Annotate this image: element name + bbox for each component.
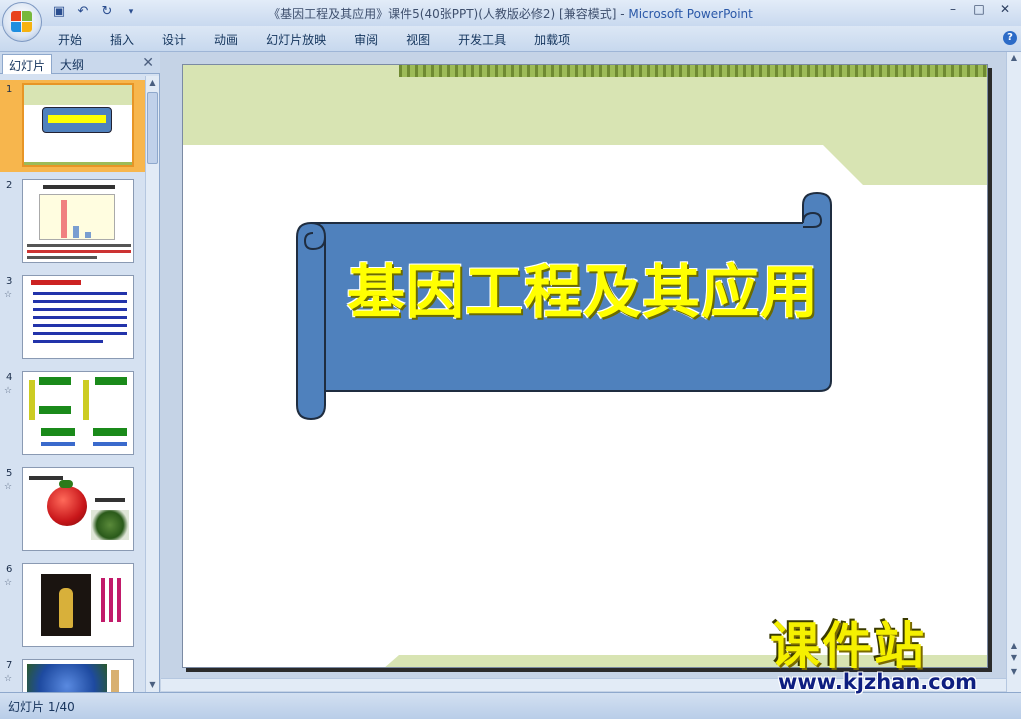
watermark-url: www.kjzhan.com — [778, 670, 978, 694]
panel-scrollbar[interactable]: ▲ ▼ — [145, 76, 159, 692]
thumbnail-list: 1 2 3 ☆ 4 ☆ 5 ☆ 6 ☆ 7 ☆ — [0, 76, 145, 692]
thumbnail-image — [22, 467, 134, 551]
tab-addins[interactable]: 加载项 — [534, 31, 570, 48]
document-title: 《基因工程及其应用》课件5(40张PPT)(人教版必修2) [兼容模式] - — [268, 7, 629, 21]
thumbnail-image — [22, 659, 134, 692]
top-border-stripes — [399, 65, 987, 77]
tab-slideshow[interactable]: 幻灯片放映 — [266, 31, 326, 48]
animation-star-icon: ☆ — [4, 290, 13, 300]
animation-star-icon: ☆ — [4, 578, 13, 588]
tab-design[interactable]: 设计 — [162, 31, 186, 48]
thumbnail-image — [22, 563, 134, 647]
scroll-down-icon[interactable]: ▼ — [146, 678, 159, 692]
slide-editor: 基因工程及其应用 ▲ ▲ ▼ ▼ — [161, 52, 1021, 692]
slide-number: 6 — [6, 564, 13, 575]
slide-number: 7 — [6, 660, 13, 671]
window-controls: – □ ✕ — [941, 2, 1017, 18]
animation-star-icon: ☆ — [4, 674, 13, 684]
panel-tabs: 幻灯片 大纲 ✕ — [0, 52, 160, 74]
slide-thumbnail[interactable]: 1 — [0, 80, 145, 172]
slide-number: 2 — [6, 180, 13, 191]
office-logo-icon — [11, 11, 33, 33]
panel-close-icon[interactable]: ✕ — [142, 55, 154, 71]
maximize-button[interactable]: □ — [967, 2, 991, 18]
current-slide[interactable]: 基因工程及其应用 — [182, 64, 988, 668]
thumbnail-image — [22, 275, 134, 359]
slide-thumbnail[interactable]: 5 ☆ — [0, 464, 145, 556]
close-button[interactable]: ✕ — [993, 2, 1017, 18]
slides-panel: 幻灯片 大纲 ✕ 1 2 3 ☆ 4 ☆ 5 ☆ 6 ☆ 7 ☆ ▲ ▼ — [0, 52, 160, 692]
slide-thumbnail[interactable]: 7 ☆ — [0, 656, 145, 692]
app-name: Microsoft PowerPoint — [628, 7, 753, 21]
slide-background — [183, 65, 987, 667]
slide-number: 4 — [6, 372, 13, 383]
thumbnail-image — [22, 83, 134, 167]
scroll-up-icon[interactable]: ▲ — [146, 76, 159, 90]
animation-star-icon: ☆ — [4, 386, 13, 396]
slide-counter: 幻灯片 1/40 — [8, 700, 75, 714]
minimize-button[interactable]: – — [941, 2, 965, 18]
slide-number: 1 — [6, 84, 13, 95]
title-bar: ▣ ↶ ↻ ▾ 《基因工程及其应用》课件5(40张PPT)(人教版必修2) [兼… — [0, 0, 1021, 42]
thumbnail-image — [22, 179, 134, 263]
slide-thumbnail[interactable]: 3 ☆ — [0, 272, 145, 364]
office-button[interactable] — [2, 2, 42, 42]
help-icon[interactable]: ? — [1003, 31, 1017, 45]
tab-view[interactable]: 视图 — [406, 31, 430, 48]
slide-number: 5 — [6, 468, 13, 479]
slide-thumbnail[interactable]: 6 ☆ — [0, 560, 145, 652]
tab-home[interactable]: 开始 — [58, 31, 82, 48]
scroll-thumb[interactable] — [147, 92, 158, 164]
slide-title[interactable]: 基因工程及其应用 — [303, 245, 863, 329]
ribbon-tabs: 开始 插入 设计 动画 幻灯片放映 审阅 视图 开发工具 加载项 — [58, 31, 598, 48]
thumbnail-image — [22, 371, 134, 455]
tab-insert[interactable]: 插入 — [110, 31, 134, 48]
animation-star-icon: ☆ — [4, 482, 13, 492]
status-bar: 幻灯片 1/40 — [0, 692, 1021, 719]
ribbon: 开始 插入 设计 动画 幻灯片放映 审阅 视图 开发工具 加载项 ? — [0, 26, 1021, 52]
watermark-logo: 课件站 www.kjzhan.com — [770, 618, 1010, 696]
scroll-up-icon[interactable]: ▲ — [1007, 52, 1021, 64]
tab-outline[interactable]: 大纲 — [54, 54, 90, 74]
window-title: 《基因工程及其应用》课件5(40张PPT)(人教版必修2) [兼容模式] - M… — [0, 5, 1021, 22]
watermark-name: 课件站 — [770, 617, 926, 675]
slide-thumbnail[interactable]: 2 — [0, 176, 145, 268]
tab-developer[interactable]: 开发工具 — [458, 31, 506, 48]
tab-slides[interactable]: 幻灯片 — [2, 54, 53, 74]
top-banner — [183, 65, 987, 185]
tab-animations[interactable]: 动画 — [214, 31, 238, 48]
slide-number: 3 — [6, 276, 13, 287]
slide-thumbnail[interactable]: 4 ☆ — [0, 368, 145, 460]
tab-review[interactable]: 审阅 — [354, 31, 378, 48]
editor-scrollbar[interactable]: ▲ ▲ ▼ ▼ — [1006, 52, 1021, 692]
